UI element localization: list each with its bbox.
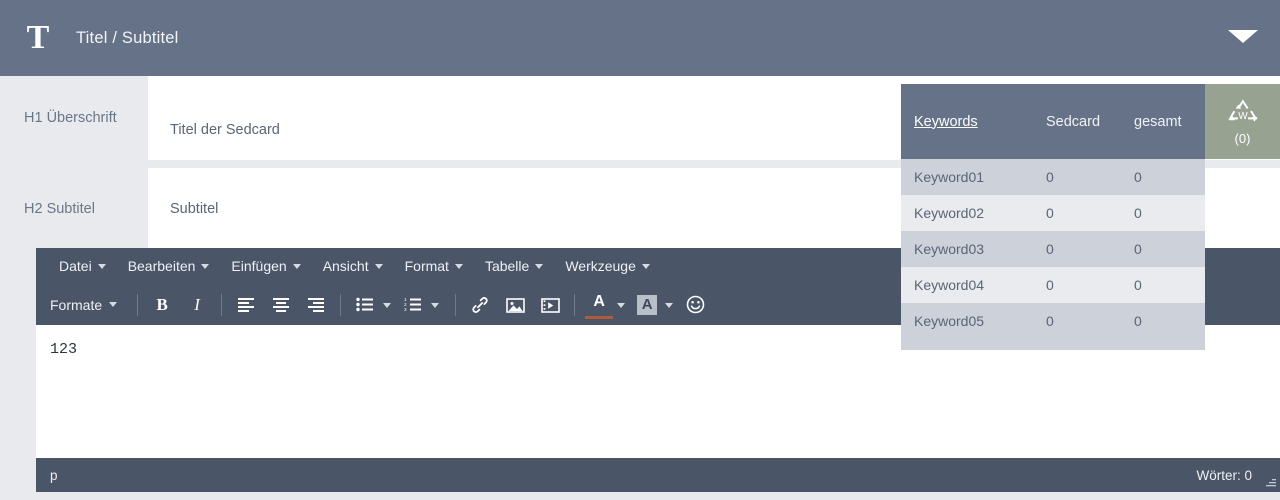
keyword-total-count: 0: [1134, 313, 1142, 329]
svg-text:3: 3: [404, 307, 407, 312]
menu-format[interactable]: Format: [394, 253, 474, 279]
menu-tabelle[interactable]: Tabelle: [474, 253, 554, 279]
chevron-down-icon: [97, 263, 106, 269]
emoticon-button[interactable]: [680, 290, 710, 320]
app-logo[interactable]: T: [0, 0, 76, 76]
keyword-name: Keyword01: [914, 169, 985, 185]
align-center-button[interactable]: [266, 290, 296, 320]
menu-format-label: Format: [404, 258, 449, 274]
app-header: T Titel / Subtitel: [0, 0, 1280, 76]
menu-tabelle-label: Tabelle: [484, 258, 530, 274]
background-color-dropdown[interactable]: [665, 303, 674, 308]
keyword-sedcard-count: 0: [1046, 241, 1054, 257]
editor-statusbar: p Wörter: 0: [36, 458, 1280, 492]
toolbar-separator: [221, 293, 223, 316]
link-chain-icon: [472, 296, 488, 313]
table-row[interactable]: Keyword05 0 0: [901, 303, 1205, 339]
gesamt-column-header: gesamt: [1134, 113, 1182, 130]
keyword-name: Keyword04: [914, 277, 985, 293]
menu-ansicht[interactable]: Ansicht: [312, 253, 394, 279]
keywords-panel-footer: [901, 339, 1205, 350]
page-title: Titel / Subtitel: [76, 28, 179, 47]
keyword-total-count: 0: [1134, 205, 1142, 221]
keyword-name: Keyword03: [914, 241, 985, 257]
app-root: T Titel / Subtitel H1 Überschrift Titel …: [0, 0, 1280, 500]
keyword-total-count: 0: [1134, 277, 1142, 293]
keywords-panel: Keywords Sedcard gesamt Keyword01 0 0 Ke…: [901, 84, 1205, 350]
table-row[interactable]: Keyword02 0 0: [901, 195, 1205, 231]
chevron-down-icon: [109, 302, 118, 307]
keywords-column-header[interactable]: Keywords: [914, 114, 1046, 130]
menu-datei-label: Datei: [59, 258, 92, 274]
chevron-down-icon: [535, 263, 544, 269]
chevron-down-icon: [374, 263, 383, 269]
align-left-icon: [238, 298, 255, 312]
menu-bearbeiten[interactable]: Bearbeiten: [117, 253, 221, 279]
align-right-button[interactable]: [301, 290, 331, 320]
align-center-icon: [273, 298, 290, 312]
text-color-button[interactable]: A: [584, 290, 614, 320]
form-label-h1: H1 Überschrift: [0, 76, 148, 160]
caret-down-icon[interactable]: [1228, 30, 1258, 43]
toolbar-separator: [455, 293, 457, 316]
menu-datei[interactable]: Datei: [48, 253, 117, 279]
toolbar-separator: [137, 293, 139, 316]
italic-button[interactable]: I: [182, 290, 212, 320]
toolbar-separator: [574, 293, 576, 316]
keywords-panel-header: Keywords Sedcard gesamt: [901, 84, 1205, 159]
bullet-list-dropdown[interactable]: [383, 303, 392, 308]
table-row[interactable]: Keyword03 0 0: [901, 231, 1205, 267]
text-color-dropdown[interactable]: [617, 303, 626, 308]
chevron-down-icon: [201, 263, 210, 269]
chevron-down-icon: [641, 263, 650, 269]
menu-werkzeuge-label: Werkzeuge: [565, 258, 636, 274]
keyword-name: Keyword05: [914, 313, 985, 329]
resize-grip-icon[interactable]: [1263, 477, 1277, 489]
keyword-sedcard-count: 0: [1046, 313, 1054, 329]
media-film-icon: [540, 297, 560, 313]
form-label-h2: H2 Subtitel: [0, 168, 148, 250]
recycle-count: (0): [1234, 130, 1251, 146]
table-row[interactable]: Keyword01 0 0: [901, 159, 1205, 195]
align-right-icon: [308, 298, 325, 312]
keyword-sedcard-count: 0: [1046, 277, 1054, 293]
menu-ansicht-label: Ansicht: [322, 258, 369, 274]
numbered-list-dropdown[interactable]: [431, 303, 440, 308]
background-color-label: A: [637, 294, 658, 315]
background-color-button[interactable]: A: [632, 290, 662, 320]
svg-text:W: W: [1238, 111, 1248, 122]
menu-bearbeiten-label: Bearbeiten: [127, 258, 196, 274]
menu-einfuegen-label: Einfügen: [231, 258, 287, 274]
table-row[interactable]: Keyword04 0 0: [901, 267, 1205, 303]
chevron-down-icon: [454, 263, 463, 269]
align-left-button[interactable]: [231, 290, 261, 320]
smiley-icon: [686, 295, 704, 314]
formats-dropdown-label: Formate: [50, 296, 103, 313]
media-button[interactable]: [535, 290, 565, 320]
bullet-list-button[interactable]: [350, 290, 380, 320]
numbered-list-icon: 1 2 3: [404, 297, 422, 312]
image-icon: [505, 297, 525, 313]
keyword-total-count: 0: [1134, 169, 1142, 185]
numbered-list-button[interactable]: 1 2 3: [398, 290, 428, 320]
menu-werkzeuge[interactable]: Werkzeuge: [554, 253, 661, 279]
recycle-badge[interactable]: W (0): [1205, 84, 1280, 159]
word-count: Wörter: 0: [1196, 467, 1252, 483]
chevron-down-icon: [292, 263, 301, 269]
keyword-name: Keyword02: [914, 205, 985, 221]
bullet-list-icon: [356, 297, 374, 312]
sedcard-column-header: Sedcard: [1046, 113, 1101, 130]
keyword-sedcard-count: 0: [1046, 205, 1054, 221]
toolbar-separator: [340, 293, 342, 316]
serif-t-logo-icon: T: [26, 19, 50, 56]
recycle-w-icon: W: [1227, 98, 1258, 122]
link-button[interactable]: [465, 290, 495, 320]
element-path[interactable]: p: [50, 468, 58, 483]
keyword-sedcard-count: 0: [1046, 169, 1054, 185]
formats-dropdown[interactable]: Formate: [48, 291, 128, 319]
bold-button[interactable]: B: [147, 290, 177, 320]
menu-einfuegen[interactable]: Einfügen: [220, 253, 311, 279]
keyword-total-count: 0: [1134, 241, 1142, 257]
image-button[interactable]: [500, 290, 530, 320]
